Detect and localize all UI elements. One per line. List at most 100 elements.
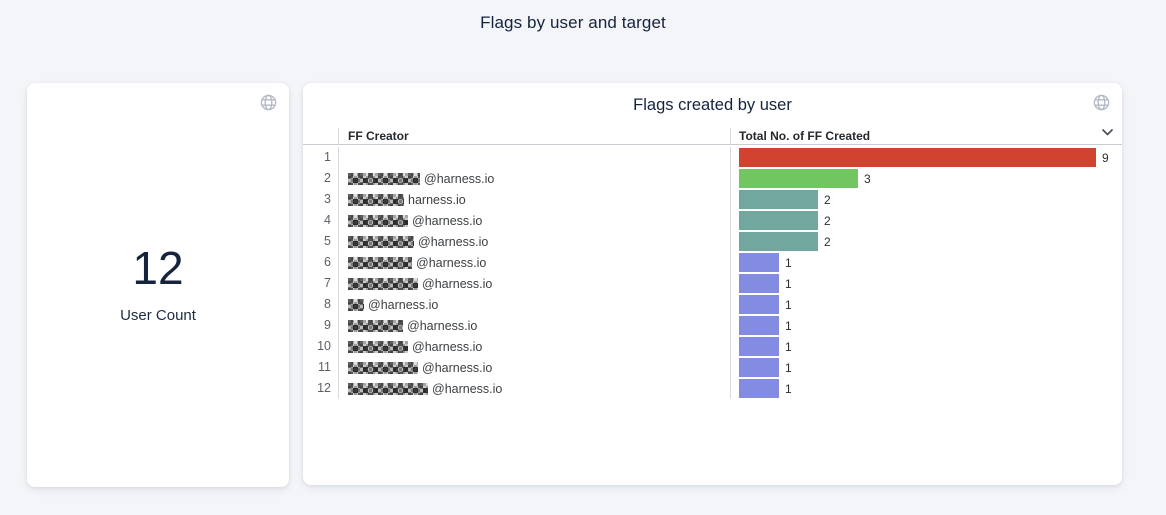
table-row: 9 @harness.io 1 bbox=[303, 315, 1122, 336]
column-header-ff-creator[interactable]: FF Creator bbox=[338, 128, 730, 144]
email-suffix: @harness.io bbox=[407, 319, 477, 333]
creator-cell: @harness.io bbox=[338, 336, 730, 357]
bar-value-label: 1 bbox=[785, 340, 792, 354]
value-bar[interactable] bbox=[739, 253, 779, 272]
redacted-email-name bbox=[348, 362, 418, 374]
email-suffix: @harness.io bbox=[422, 277, 492, 291]
creator-cell bbox=[338, 147, 730, 168]
value-bar[interactable] bbox=[739, 379, 779, 398]
bar-cell: 1 bbox=[730, 294, 1122, 315]
bar-cell: 3 bbox=[730, 168, 1122, 189]
user-count-value: 12 bbox=[27, 243, 289, 294]
bar-cell: 1 bbox=[730, 378, 1122, 399]
row-rank: 2 bbox=[303, 168, 338, 189]
creator-cell: @harness.io bbox=[338, 315, 730, 336]
value-bar[interactable] bbox=[739, 337, 779, 356]
rank-column-header bbox=[303, 128, 338, 144]
column-header-label: Total No. of FF Created bbox=[739, 129, 870, 143]
table-row: 8 @harness.io 1 bbox=[303, 294, 1122, 315]
table-header-row: FF Creator Total No. of FF Created bbox=[303, 128, 1122, 145]
bar-cell: 2 bbox=[730, 189, 1122, 210]
row-rank: 12 bbox=[303, 378, 338, 399]
value-bar[interactable] bbox=[739, 211, 818, 230]
value-bar[interactable] bbox=[739, 169, 858, 188]
email-suffix: @harness.io bbox=[412, 214, 482, 228]
redacted-email-name bbox=[348, 278, 418, 290]
email-suffix: @harness.io bbox=[416, 256, 486, 270]
column-header-total-ff-created[interactable]: Total No. of FF Created bbox=[730, 128, 1122, 144]
redacted-email-name bbox=[348, 173, 420, 185]
value-bar[interactable] bbox=[739, 295, 779, 314]
bar-cell: 1 bbox=[730, 336, 1122, 357]
table-row: 3harness.io2 bbox=[303, 189, 1122, 210]
email-suffix: @harness.io bbox=[418, 235, 488, 249]
redacted-email-name bbox=[348, 215, 408, 227]
bar-cell: 2 bbox=[730, 231, 1122, 252]
column-header-label: FF Creator bbox=[348, 129, 409, 143]
row-rank: 8 bbox=[303, 294, 338, 315]
value-bar[interactable] bbox=[739, 232, 818, 251]
value-bar[interactable] bbox=[739, 274, 779, 293]
bar-value-label: 1 bbox=[785, 277, 792, 291]
email-suffix: @harness.io bbox=[432, 382, 502, 396]
bar-cell: 1 bbox=[730, 252, 1122, 273]
card-title: Flags created by user bbox=[303, 96, 1122, 115]
redacted-email-name bbox=[348, 320, 403, 332]
bar-cell: 9 bbox=[730, 147, 1122, 168]
email-suffix: @harness.io bbox=[412, 340, 482, 354]
redacted-email-name bbox=[348, 257, 412, 269]
bar-value-label: 9 bbox=[1102, 151, 1109, 165]
flags-table: FF Creator Total No. of FF Created 192@h… bbox=[303, 128, 1122, 399]
bar-value-label: 1 bbox=[785, 382, 792, 396]
table-row: 2 @harness.io 3 bbox=[303, 168, 1122, 189]
redacted-email-name bbox=[348, 194, 404, 206]
row-rank: 10 bbox=[303, 336, 338, 357]
bar-cell: 1 bbox=[730, 357, 1122, 378]
table-body: 192@harness.io33harness.io24@harness.io2… bbox=[303, 145, 1122, 399]
table-row: 7 @harness.io 1 bbox=[303, 273, 1122, 294]
bar-cell: 1 bbox=[730, 273, 1122, 294]
creator-cell: @harness.io bbox=[338, 357, 730, 378]
row-rank: 11 bbox=[303, 357, 338, 378]
table-row: 10 @harness.io 1 bbox=[303, 336, 1122, 357]
table-row: 5 @harness.io 2 bbox=[303, 231, 1122, 252]
page-title: Flags by user and target bbox=[0, 13, 1146, 33]
value-bar[interactable] bbox=[739, 190, 818, 209]
bar-value-label: 3 bbox=[864, 172, 871, 186]
row-rank: 9 bbox=[303, 315, 338, 336]
value-bar[interactable] bbox=[739, 358, 779, 377]
bar-value-label: 1 bbox=[785, 298, 792, 312]
creator-cell: @harness.io bbox=[338, 231, 730, 252]
creator-cell: @harness.io bbox=[338, 273, 730, 294]
bar-value-label: 2 bbox=[824, 235, 831, 249]
bar-value-label: 2 bbox=[824, 214, 831, 228]
user-count-label: User Count bbox=[27, 307, 289, 324]
creator-cell: @harness.io bbox=[338, 252, 730, 273]
email-suffix: @harness.io bbox=[368, 298, 438, 312]
row-rank: 3 bbox=[303, 189, 338, 210]
value-bar[interactable] bbox=[739, 316, 779, 335]
creator-cell: @harness.io bbox=[338, 378, 730, 399]
value-bar[interactable] bbox=[739, 148, 1096, 167]
bar-cell: 2 bbox=[730, 210, 1122, 231]
bar-cell: 1 bbox=[730, 315, 1122, 336]
globe-icon[interactable] bbox=[259, 93, 278, 112]
table-row: 6 @harness.io 1 bbox=[303, 252, 1122, 273]
row-rank: 7 bbox=[303, 273, 338, 294]
row-rank: 6 bbox=[303, 252, 338, 273]
row-rank: 5 bbox=[303, 231, 338, 252]
redacted-email-name bbox=[348, 383, 428, 395]
bar-value-label: 1 bbox=[785, 256, 792, 270]
creator-cell: @harness.io bbox=[338, 168, 730, 189]
bar-value-label: 1 bbox=[785, 361, 792, 375]
table-row: 19 bbox=[303, 147, 1122, 168]
table-row: 12 @harness.io 1 bbox=[303, 378, 1122, 399]
chevron-down-icon[interactable] bbox=[1101, 128, 1114, 137]
redacted-email-name bbox=[348, 341, 408, 353]
email-suffix: @harness.io bbox=[424, 172, 494, 186]
creator-cell: @harness.io bbox=[338, 210, 730, 231]
flags-created-by-user-card: Flags created by user FF Creator Total N… bbox=[303, 83, 1122, 485]
creator-cell: @harness.io bbox=[338, 294, 730, 315]
redacted-email-name bbox=[348, 299, 364, 311]
row-rank: 1 bbox=[303, 147, 338, 168]
